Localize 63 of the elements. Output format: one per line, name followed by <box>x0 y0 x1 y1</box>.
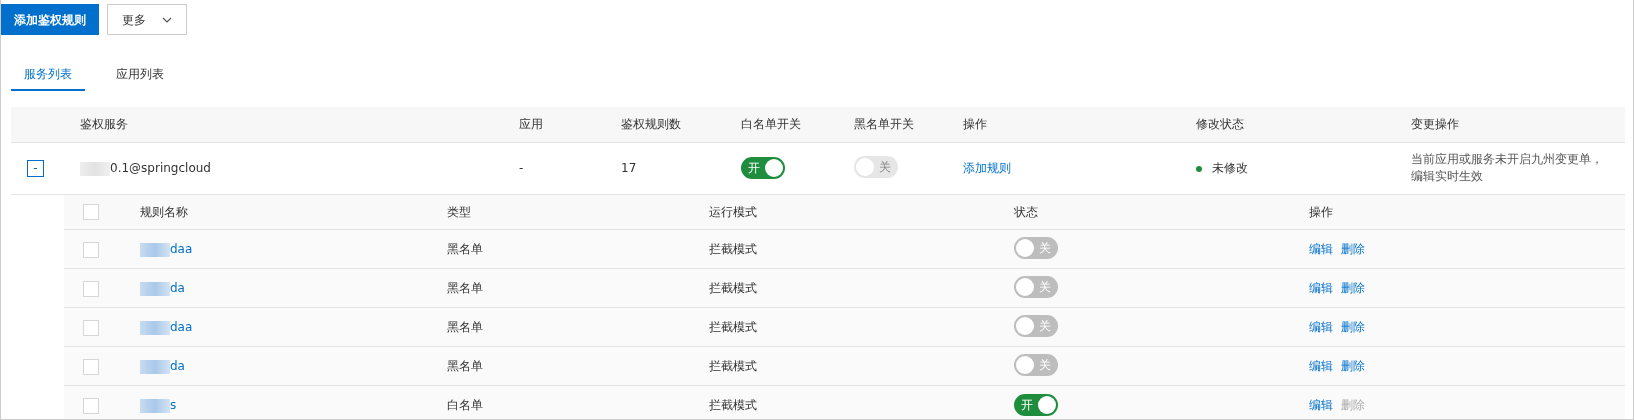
column-header: 鉴权服务 <box>80 117 128 132</box>
delete-link[interactable]: 删除 <box>1341 242 1365 256</box>
row-checkbox[interactable] <box>83 280 99 297</box>
column-header: 操作 <box>1309 204 1333 219</box>
rule-name-link[interactable]: daa <box>170 320 193 334</box>
column-header: 规则名称 <box>140 204 188 219</box>
edit-link[interactable]: 编辑 <box>1309 242 1333 256</box>
more-dropdown-button[interactable]: 更多 <box>107 4 187 35</box>
rule-name-link[interactable]: da <box>170 359 185 373</box>
redacted-mark <box>80 161 110 176</box>
table-cell: 黑名单 <box>447 242 483 256</box>
service-name: 0.1@springcloud <box>110 161 211 175</box>
table-cell: 17 <box>621 161 637 175</box>
table-cell: 拦截模式 <box>709 320 757 334</box>
status-text: 未修改 <box>1212 161 1248 175</box>
edit-link[interactable]: 编辑 <box>1309 359 1333 373</box>
rule-name-link[interactable]: s <box>170 398 177 412</box>
table-cell: 黑名单 <box>447 281 483 295</box>
redacted-mark <box>140 242 170 257</box>
rule-name-link[interactable]: da <box>170 281 185 295</box>
edit-link[interactable]: 编辑 <box>1309 281 1333 295</box>
table-cell: - <box>519 161 524 175</box>
toggle-switch[interactable]: 开 <box>741 157 785 179</box>
column-header: 黑名单开关 <box>854 117 914 132</box>
column-header: 操作 <box>963 117 987 132</box>
tab[interactable]: 应用列表 <box>103 59 177 91</box>
select-all-checkbox[interactable] <box>83 204 99 221</box>
row-checkbox[interactable] <box>83 241 99 258</box>
edit-link[interactable]: 编辑 <box>1309 320 1333 334</box>
column-header: 运行模式 <box>709 204 757 219</box>
redacted-mark <box>140 281 170 296</box>
rule-name-link[interactable]: daa <box>170 242 193 256</box>
delete-link[interactable]: 删除 <box>1341 320 1365 334</box>
delete-link[interactable]: 删除 <box>1341 359 1365 373</box>
column-header: 类型 <box>447 204 471 219</box>
table-cell: 拦截模式 <box>709 359 757 373</box>
column-header: 变更操作 <box>1411 117 1459 132</box>
redacted-mark <box>140 320 170 335</box>
redacted-mark <box>140 359 170 374</box>
add-rule-button[interactable]: 添加鉴权规则 <box>1 4 99 35</box>
table-cell: 黑名单 <box>447 359 483 373</box>
change-note: 当前应用或服务未开启九州变更单，编辑实时生效 <box>1411 151 1604 185</box>
column-header: 修改状态 <box>1196 117 1244 132</box>
delete-link[interactable]: 删除 <box>1341 281 1365 295</box>
row-checkbox[interactable] <box>83 397 99 414</box>
column-header: 状态 <box>1014 204 1038 219</box>
column-header: 鉴权规则数 <box>621 117 681 132</box>
toggle-switch[interactable]: 开 <box>1014 394 1058 416</box>
table-cell: 拦截模式 <box>709 398 757 412</box>
collapse-button[interactable]: - <box>27 160 44 177</box>
table-cell: 拦截模式 <box>709 281 757 295</box>
tab[interactable]: 服务列表 <box>11 59 85 91</box>
table-cell: 白名单 <box>447 398 483 412</box>
row-checkbox[interactable] <box>83 358 99 375</box>
edit-link[interactable]: 编辑 <box>1309 398 1333 412</box>
row-checkbox[interactable] <box>83 319 99 336</box>
column-header: 白名单开关 <box>741 117 801 132</box>
add-rule-link[interactable]: 添加规则 <box>963 161 1011 175</box>
table-cell: 黑名单 <box>447 320 483 334</box>
chevron-down-icon <box>162 16 172 23</box>
table-cell: 拦截模式 <box>709 242 757 256</box>
redacted-mark <box>140 398 170 413</box>
column-header: 应用 <box>519 117 543 132</box>
